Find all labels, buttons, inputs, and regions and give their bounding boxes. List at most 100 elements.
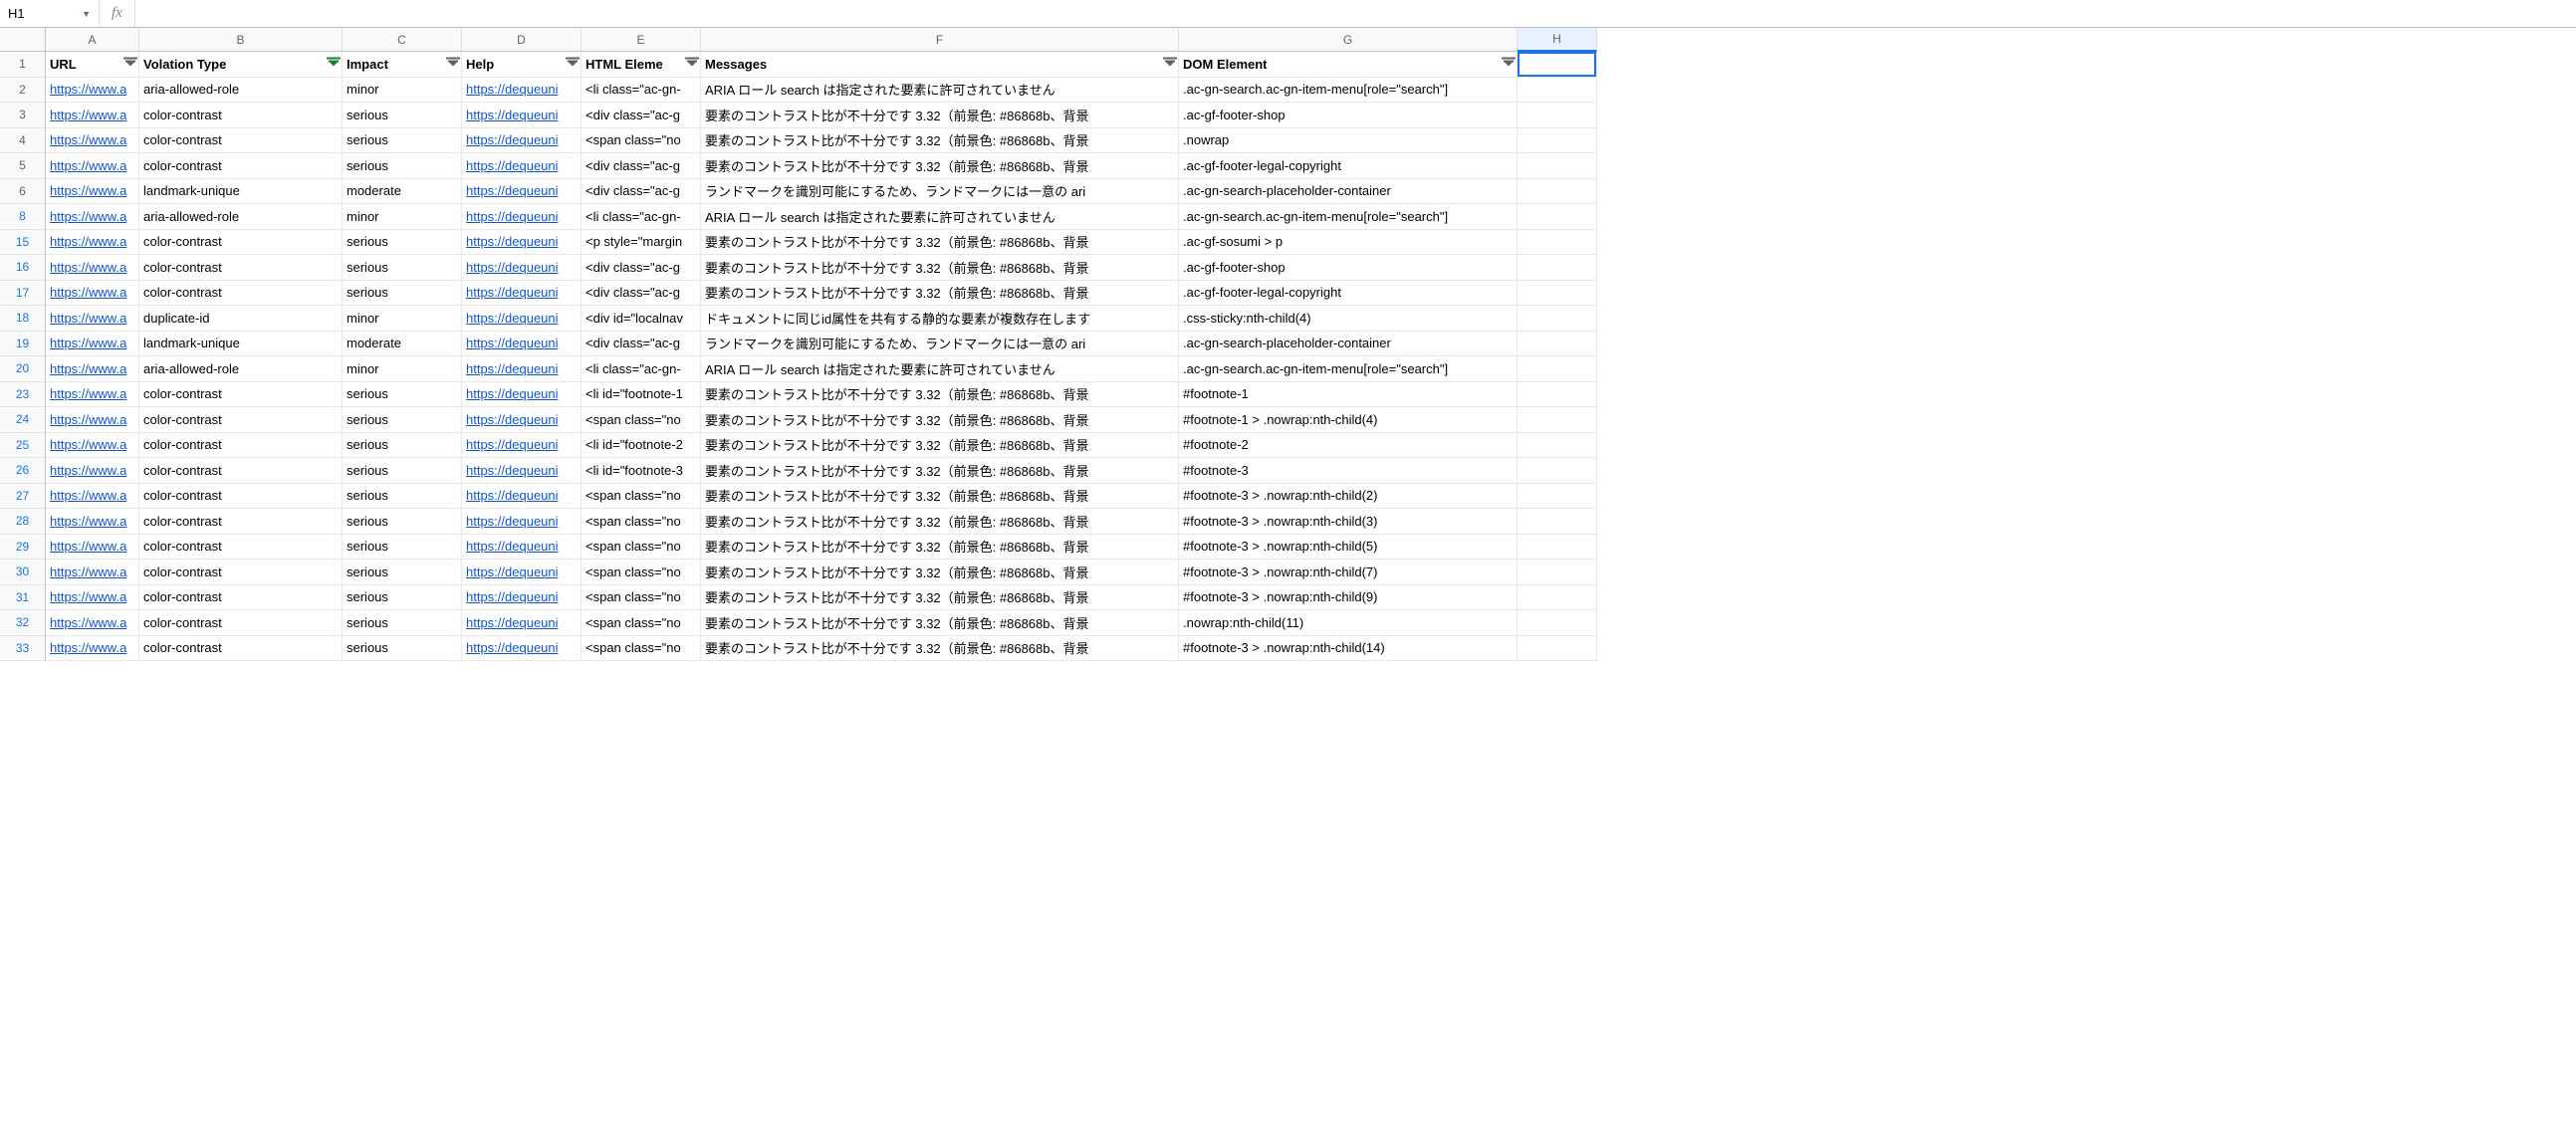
cell-html-element[interactable]: <span class="no [582,535,701,561]
cell-help[interactable]: https://dequeuni [462,458,582,484]
cell-help[interactable]: https://dequeuni [462,78,582,104]
cell-violation-type[interactable]: color-contrast [139,636,343,662]
cell-violation-type[interactable]: color-contrast [139,610,343,636]
cell-violation-type[interactable]: color-contrast [139,509,343,535]
col-header-d[interactable]: D [462,28,582,52]
cell-messages[interactable]: ランドマークを識別可能にするため、ランドマークには一意の ari [701,179,1179,205]
cell-empty[interactable] [1518,78,1597,104]
cell-html-element[interactable]: <span class="no [582,610,701,636]
col-header-g[interactable]: G [1179,28,1518,52]
cell-url[interactable]: https://www.a [46,407,139,433]
cell-help[interactable]: https://dequeuni [462,535,582,561]
cell-dom-element[interactable]: #footnote-1 > .nowrap:nth-child(4) [1179,407,1518,433]
cell-url[interactable]: https://www.a [46,433,139,459]
cell-messages[interactable]: 要素のコントラスト比が不十分です 3.32（前景色: #86868b、背景 [701,128,1179,154]
cell-html-element[interactable]: <div class="ac-g [582,255,701,281]
cell-url[interactable]: https://www.a [46,610,139,636]
cell-dom-element[interactable]: #footnote-3 > .nowrap:nth-child(9) [1179,585,1518,611]
cell-impact[interactable]: minor [343,78,462,104]
row-header[interactable]: 5 [0,153,46,179]
filter-icon[interactable] [329,62,339,67]
chevron-down-icon[interactable]: ▼ [82,9,91,19]
row-header[interactable]: 1 [0,52,46,78]
cell-violation-type[interactable]: landmark-unique [139,332,343,357]
cell-impact[interactable]: serious [343,560,462,585]
cell-impact[interactable]: serious [343,103,462,128]
row-header[interactable]: 29 [0,535,46,561]
row-header[interactable]: 15 [0,230,46,256]
cell-help[interactable]: https://dequeuni [462,484,582,510]
cell-messages[interactable]: 要素のコントラスト比が不十分です 3.32（前景色: #86868b、背景 [701,407,1179,433]
row-header[interactable]: 6 [0,179,46,205]
cell-messages[interactable]: ARIA ロール search は指定された要素に許可されていません [701,356,1179,382]
cell-impact[interactable]: moderate [343,179,462,205]
cell-html-element[interactable]: <li class="ac-gn- [582,356,701,382]
cell-impact[interactable]: serious [343,585,462,611]
cell-messages[interactable]: ドキュメントに同じid属性を共有する静的な要素が複数存在します [701,306,1179,332]
cell-impact[interactable]: minor [343,306,462,332]
cell-messages[interactable]: 要素のコントラスト比が不十分です 3.32（前景色: #86868b、背景 [701,382,1179,408]
cell-violation-type[interactable]: color-contrast [139,281,343,307]
cell-url[interactable]: https://www.a [46,179,139,205]
row-header[interactable]: 2 [0,78,46,104]
header-violation-type[interactable]: Volation Type [139,52,343,78]
cell-help[interactable]: https://dequeuni [462,585,582,611]
col-header-f[interactable]: F [701,28,1179,52]
cell-dom-element[interactable]: .css-sticky:nth-child(4) [1179,306,1518,332]
cell-empty[interactable] [1518,281,1597,307]
cell-html-element[interactable]: <div class="ac-g [582,179,701,205]
cell-url[interactable]: https://www.a [46,153,139,179]
select-all-corner[interactable] [0,28,46,52]
cell-dom-element[interactable]: .ac-gf-footer-legal-copyright [1179,281,1518,307]
cell-empty[interactable] [1518,560,1597,585]
header-dom-element[interactable]: DOM Element [1179,52,1518,78]
cell-html-element[interactable]: <li id="footnote-2 [582,433,701,459]
cell-dom-element[interactable]: #footnote-3 [1179,458,1518,484]
filter-icon[interactable] [125,62,135,67]
filter-icon[interactable] [1504,62,1514,67]
filter-icon[interactable] [448,62,458,67]
cell-dom-element[interactable]: .nowrap [1179,128,1518,154]
cell-impact[interactable]: serious [343,255,462,281]
cell-empty[interactable] [1518,636,1597,662]
cell-violation-type[interactable]: color-contrast [139,153,343,179]
cell-empty[interactable] [1518,179,1597,205]
cell-empty[interactable] [1518,610,1597,636]
row-header[interactable]: 32 [0,610,46,636]
cell-html-element[interactable]: <span class="no [582,509,701,535]
cell-html-element[interactable]: <span class="no [582,407,701,433]
cell-empty[interactable] [1518,458,1597,484]
cell-dom-element[interactable]: .ac-gn-search.ac-gn-item-menu[role="sear… [1179,356,1518,382]
cell-empty[interactable] [1518,535,1597,561]
cell-dom-element[interactable]: .ac-gf-sosumi > p [1179,230,1518,256]
cell-impact[interactable]: serious [343,610,462,636]
cell-empty[interactable] [1518,204,1597,230]
cell-impact[interactable]: serious [343,407,462,433]
header-messages[interactable]: Messages [701,52,1179,78]
cell-empty[interactable] [1518,484,1597,510]
cell-messages[interactable]: 要素のコントラスト比が不十分です 3.32（前景色: #86868b、背景 [701,535,1179,561]
cell-html-element[interactable]: <li id="footnote-1 [582,382,701,408]
row-header[interactable]: 28 [0,509,46,535]
cell-dom-element[interactable]: .ac-gf-footer-shop [1179,103,1518,128]
row-header[interactable]: 3 [0,103,46,128]
cell-violation-type[interactable]: color-contrast [139,230,343,256]
cell-violation-type[interactable]: color-contrast [139,128,343,154]
col-header-h[interactable]: H [1518,28,1597,52]
cell-dom-element[interactable]: #footnote-2 [1179,433,1518,459]
row-header[interactable]: 17 [0,281,46,307]
cell-impact[interactable]: serious [343,230,462,256]
cell-messages[interactable]: 要素のコントラスト比が不十分です 3.32（前景色: #86868b、背景 [701,610,1179,636]
cell-url[interactable]: https://www.a [46,636,139,662]
cell-violation-type[interactable]: color-contrast [139,255,343,281]
cell-impact[interactable]: minor [343,356,462,382]
cell-html-element[interactable]: <div class="ac-g [582,281,701,307]
cell-html-element[interactable]: <div class="ac-g [582,103,701,128]
row-header[interactable]: 20 [0,356,46,382]
row-header[interactable]: 26 [0,458,46,484]
cell-messages[interactable]: 要素のコントラスト比が不十分です 3.32（前景色: #86868b、背景 [701,484,1179,510]
cell-messages[interactable]: 要素のコントラスト比が不十分です 3.32（前景色: #86868b、背景 [701,560,1179,585]
cell-violation-type[interactable]: aria-allowed-role [139,204,343,230]
cell-help[interactable]: https://dequeuni [462,509,582,535]
cell-empty[interactable] [1518,382,1597,408]
